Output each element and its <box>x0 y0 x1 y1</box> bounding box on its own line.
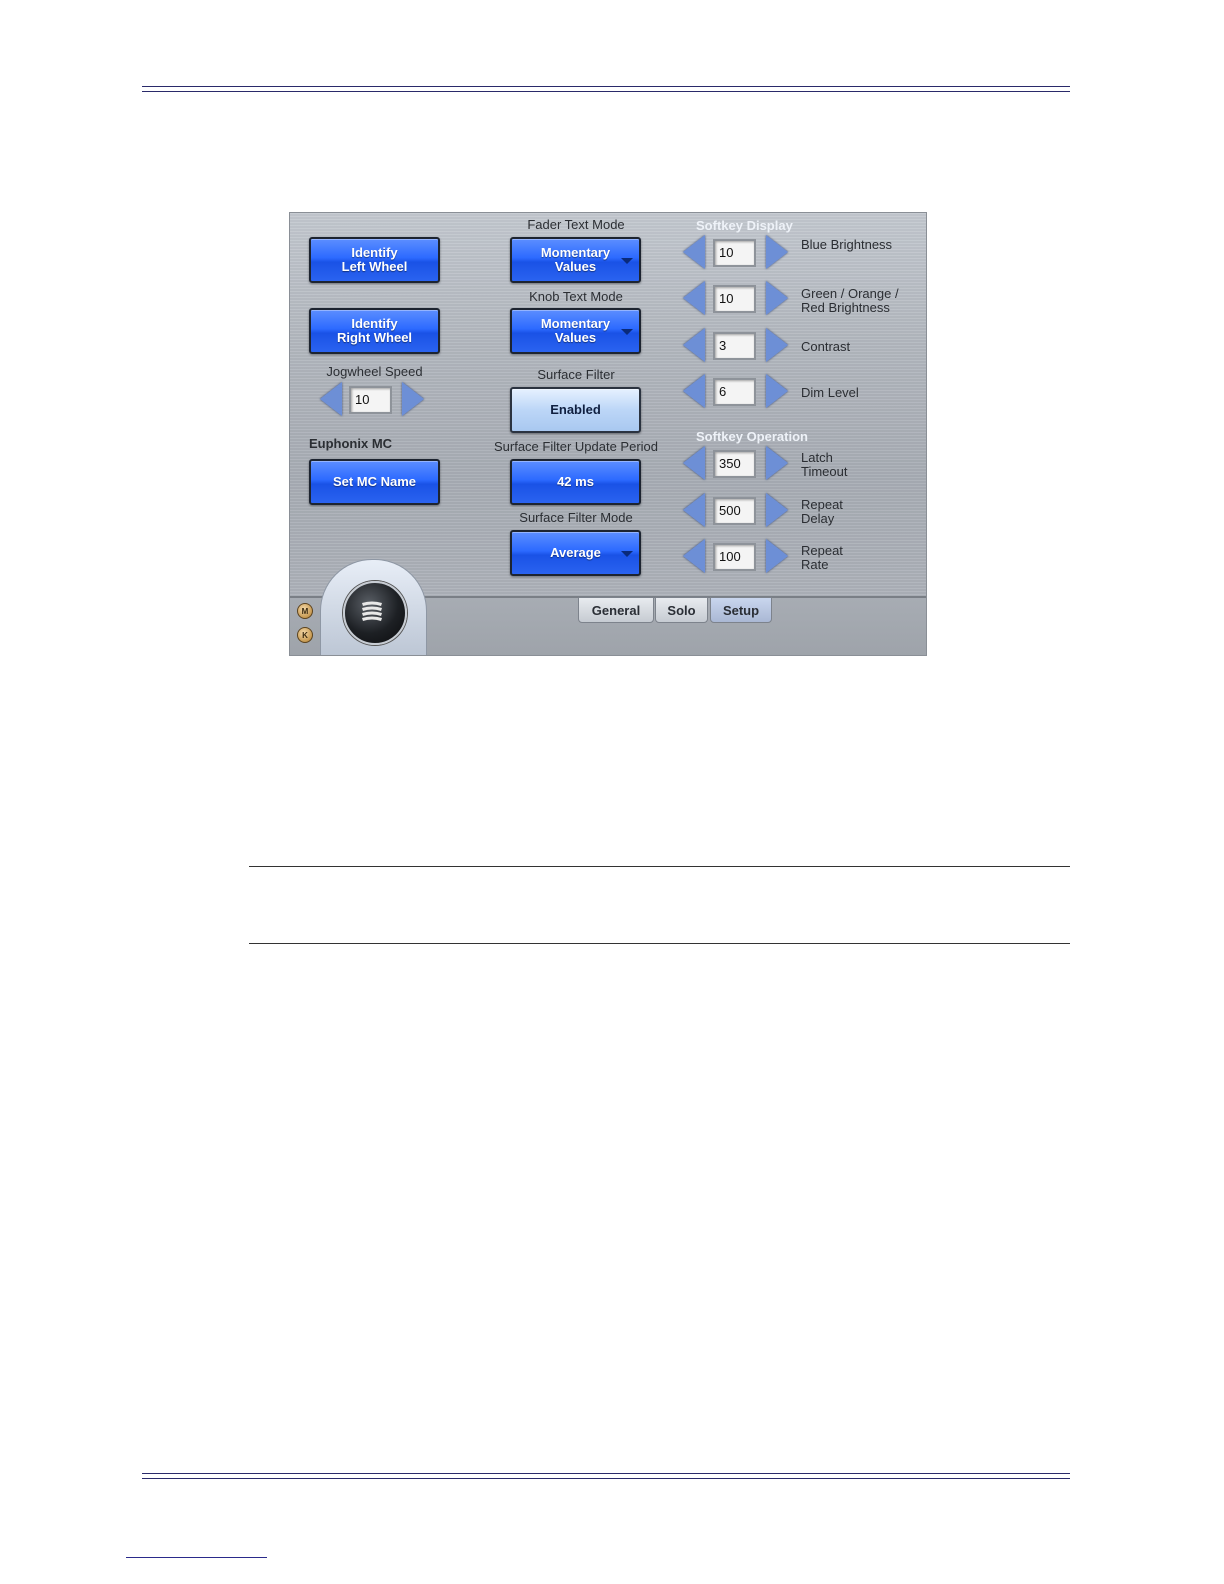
dim-level-decrease-arrow-icon[interactable] <box>683 374 705 408</box>
chevron-down-icon <box>621 551 633 557</box>
latch-timeout-field[interactable]: 350 <box>713 450 756 478</box>
footnote-rule <box>126 1557 267 1558</box>
surface-filter-toggle[interactable]: Enabled <box>510 387 641 433</box>
knob-text-mode-dropdown[interactable]: Momentary Values <box>510 308 641 354</box>
repeat-rate-label-line1: Repeat <box>801 543 843 558</box>
chevron-down-icon <box>621 329 633 335</box>
blue-brightness-label: Blue Brightness <box>801 237 893 252</box>
header-rule <box>142 86 1070 92</box>
repeat-delay-increase-arrow-icon[interactable] <box>766 493 788 527</box>
latch-timeout-label-line2: Timeout <box>801 464 848 479</box>
contrast-label: Contrast <box>801 339 851 354</box>
contrast-increase-arrow-icon[interactable] <box>766 328 788 362</box>
repeat-rate-field[interactable]: 100 <box>713 543 756 571</box>
chevron-down-icon <box>621 258 633 264</box>
set-mc-name-button[interactable]: Set MC Name <box>309 459 440 505</box>
dim-level-increase-arrow-icon[interactable] <box>766 374 788 408</box>
contrast-decrease-arrow-icon[interactable] <box>683 328 705 362</box>
euphonix-mc-label: Euphonix MC <box>309 436 393 451</box>
m-mode-button[interactable]: M <box>297 603 313 619</box>
gor-brightness-label-line1: Green / Orange / <box>801 286 899 301</box>
surface-filter-label: Surface Filter <box>537 367 615 382</box>
contrast-field[interactable]: 3 <box>713 332 756 360</box>
repeat-delay-label-line2: Delay <box>801 511 835 526</box>
identify-right-line1: Identify <box>351 316 398 331</box>
identify-left-line2: Left Wheel <box>341 259 408 274</box>
repeat-rate-decrease-arrow-icon[interactable] <box>683 539 705 573</box>
update-period-value: 42 ms <box>557 474 594 489</box>
fader-text-mode-label: Fader Text Mode <box>527 217 625 232</box>
latch-timeout-increase-arrow-icon[interactable] <box>766 446 788 480</box>
blue-brightness-field[interactable]: 10 <box>713 239 756 267</box>
gor-brightness-increase-arrow-icon[interactable] <box>766 281 788 315</box>
knob-text-mode-label: Knob Text Mode <box>529 289 623 304</box>
jogwheel-speed-field[interactable]: 10 <box>349 386 392 414</box>
softkey-display-title: Softkey Display <box>696 218 793 233</box>
jogwheel-speed-label: Jogwheel Speed <box>326 364 423 379</box>
repeat-delay-label-line1: Repeat <box>801 497 843 512</box>
set-mc-name-label: Set MC Name <box>332 474 417 489</box>
repeat-rate-label-line2: Rate <box>801 557 829 572</box>
identify-left-wheel-button[interactable]: Identify Left Wheel <box>309 237 440 283</box>
surface-filter-mode-label: Surface Filter Mode <box>519 510 633 525</box>
euphonix-logo-icon <box>362 601 382 621</box>
tab-solo[interactable]: Solo <box>655 597 708 623</box>
note-top-rule <box>249 866 1070 867</box>
dim-level-field[interactable]: 6 <box>713 378 756 406</box>
jogwheel-speed-decrease-arrow-icon[interactable] <box>320 382 342 416</box>
surface-filter-mode-dropdown[interactable]: Average <box>510 530 641 576</box>
repeat-rate-increase-arrow-icon[interactable] <box>766 539 788 573</box>
setup-panel: Identify Left Wheel Identify Right Wheel J… <box>289 212 927 656</box>
blue-brightness-decrease-arrow-icon[interactable] <box>683 235 705 269</box>
surface-filter-update-period-button[interactable]: 42 ms <box>510 459 641 505</box>
k-mode-button[interactable]: K <box>297 627 313 643</box>
surface-filter-value: Enabled <box>550 402 601 417</box>
identify-right-wheel-button[interactable]: Identify Right Wheel <box>309 308 440 354</box>
note-bottom-rule <box>249 943 1070 944</box>
fader-text-mode-line1: Momentary <box>540 245 611 260</box>
latch-timeout-label-line1: Latch <box>801 450 833 465</box>
fader-text-mode-dropdown[interactable]: Momentary Values <box>510 237 641 283</box>
fader-text-mode-line2: Values <box>554 259 597 274</box>
gor-brightness-decrease-arrow-icon[interactable] <box>683 281 705 315</box>
identify-right-line2: Right Wheel <box>336 330 413 345</box>
jogwheel-speed-increase-arrow-icon[interactable] <box>402 382 424 416</box>
gor-brightness-label-line2: Red Brightness <box>801 300 890 315</box>
footer-rule <box>142 1473 1070 1479</box>
repeat-delay-field[interactable]: 500 <box>713 497 756 525</box>
dim-level-label: Dim Level <box>801 385 859 400</box>
repeat-delay-decrease-arrow-icon[interactable] <box>683 493 705 527</box>
knob-text-mode-line2: Values <box>554 330 597 345</box>
blue-brightness-increase-arrow-icon[interactable] <box>766 235 788 269</box>
knob-text-mode-line1: Momentary <box>540 316 611 331</box>
surface-filter-update-period-label: Surface Filter Update Period <box>493 439 659 454</box>
latch-timeout-decrease-arrow-icon[interactable] <box>683 446 705 480</box>
filter-mode-value: Average <box>550 545 601 560</box>
tab-general[interactable]: General <box>578 597 654 623</box>
identify-left-line1: Identify <box>351 245 398 260</box>
tab-setup[interactable]: Setup <box>710 597 772 623</box>
softkey-operation-title: Softkey Operation <box>696 429 808 444</box>
gor-brightness-field[interactable]: 10 <box>713 285 756 313</box>
